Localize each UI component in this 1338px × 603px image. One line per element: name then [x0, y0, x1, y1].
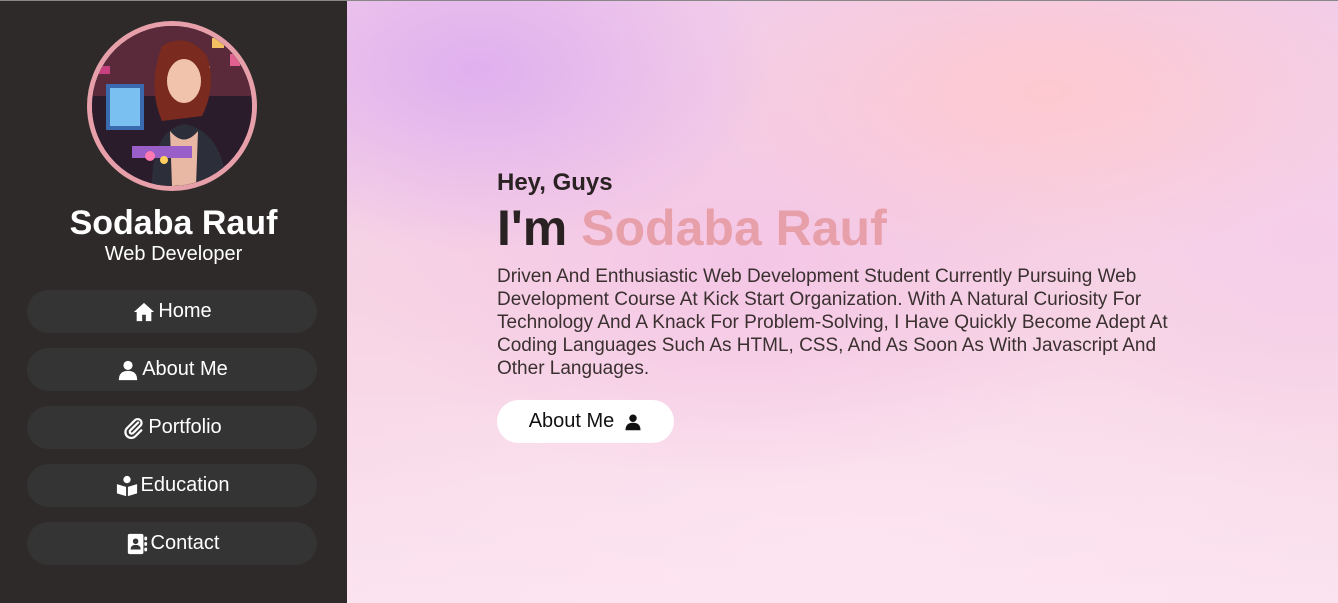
profile-name: Sodaba Rauf: [69, 204, 278, 242]
nav-about-label: About Me: [142, 358, 228, 380]
headline-name: Sodaba Rauf: [581, 200, 887, 256]
nav-contact-label: Contact: [150, 532, 220, 554]
user-icon: [116, 359, 140, 381]
nav-portfolio-label: Portfolio: [148, 416, 222, 438]
home-icon: [132, 301, 156, 323]
nav-education-label: Education: [140, 474, 230, 496]
about-me-button[interactable]: About Me: [497, 400, 674, 443]
hero-headline: I'm Sodaba Rauf: [497, 199, 887, 257]
nav-about-button[interactable]: About Me: [27, 348, 317, 391]
nav-home-label: Home: [158, 300, 212, 322]
user-icon: [624, 412, 642, 432]
paperclip-icon: [122, 417, 146, 439]
nav-home-button[interactable]: Home: [27, 290, 317, 333]
book-reader-icon: [115, 475, 139, 497]
headline-prefix: I'm: [497, 200, 568, 256]
address-book-icon: [125, 533, 149, 555]
sidebar: Sodaba Rauf Web Developer Home About Me …: [0, 1, 347, 603]
nav-education-button[interactable]: Education: [27, 464, 317, 507]
hero-description: Driven And Enthusiastic Web Development …: [497, 266, 1168, 379]
nav-portfolio-button[interactable]: Portfolio: [27, 406, 317, 449]
hero-greeting: Hey, Guys: [497, 169, 613, 196]
about-me-button-label: About Me: [528, 410, 615, 432]
avatar: [87, 21, 257, 191]
nav-contact-button[interactable]: Contact: [27, 522, 317, 565]
hero-section: Hey, Guys I'm Sodaba Rauf Driven And Ent…: [347, 1, 1338, 603]
avatar-image: [92, 26, 252, 186]
profile-role: Web Developer: [104, 243, 243, 265]
